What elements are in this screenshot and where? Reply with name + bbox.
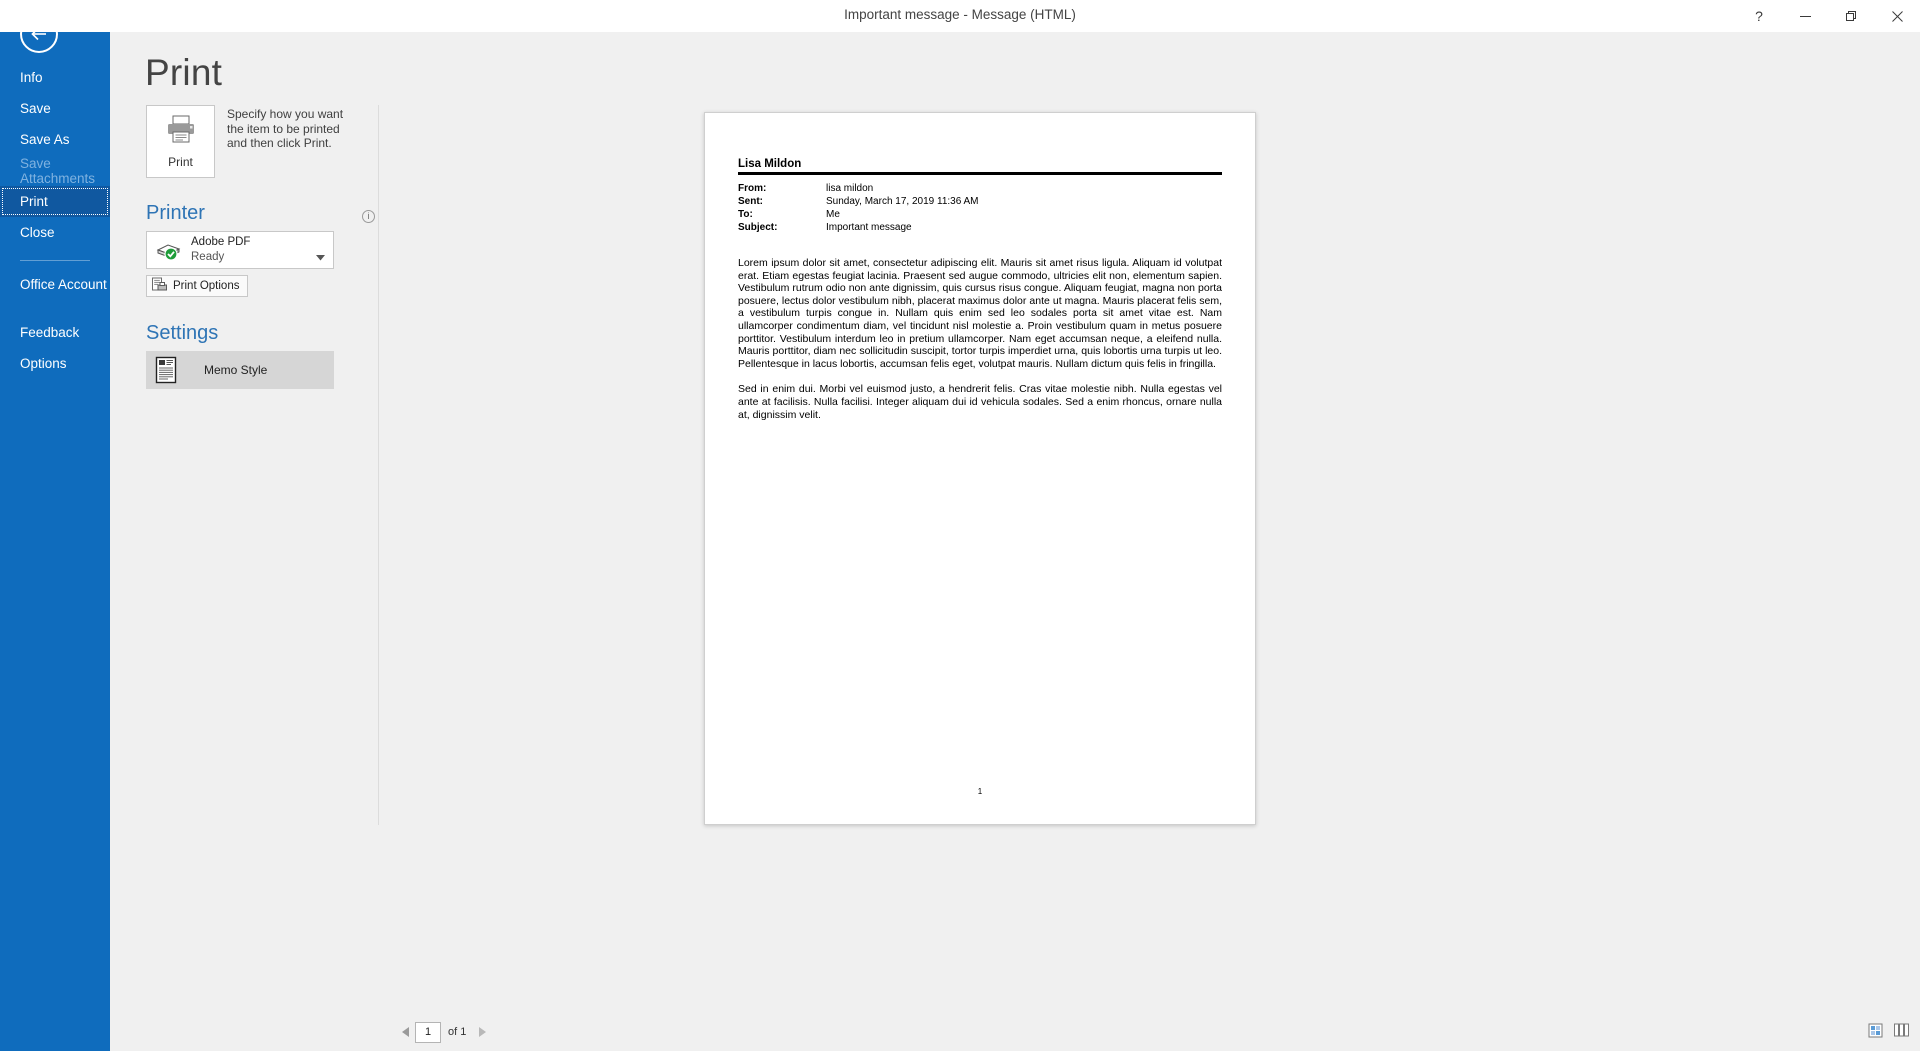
sidebar-item-label: Print [20, 194, 48, 209]
body-paragraph: Lorem ipsum dolor sit amet, consectetur … [738, 257, 1222, 370]
sidebar-item-print[interactable]: Print [0, 186, 110, 217]
print-options-icon [151, 277, 168, 296]
print-action-row: Print Specify how you want the item to b… [146, 105, 378, 178]
backstage-sidebar: Info Save Save As Save Attachments Print… [0, 0, 110, 1051]
header-rule [738, 172, 1222, 175]
multiple-pages-icon[interactable] [1893, 1022, 1910, 1039]
info-icon[interactable]: i [362, 210, 375, 223]
style-option-memo[interactable]: Memo Style [146, 350, 334, 389]
document-page-number: 1 [977, 787, 983, 796]
memo-style-icon [146, 356, 186, 384]
sidebar-item-close[interactable]: Close [0, 217, 110, 248]
print-preview-pane: Lisa Mildon From: lisa mildon Sent: Sund… [379, 32, 1920, 1051]
field-label: Subject: [738, 222, 778, 233]
page-navigator: of 1 [397, 1021, 491, 1043]
chevron-down-icon[interactable] [316, 248, 325, 266]
sidebar-item-label: Close [20, 225, 55, 240]
email-document: Lisa Mildon From: lisa mildon Sent: Sund… [738, 158, 1222, 421]
sidebar-item-info[interactable]: Info [0, 62, 110, 93]
close-button[interactable] [1874, 0, 1920, 32]
sidebar-item-save[interactable]: Save [0, 93, 110, 124]
printer-name: Adobe PDF [191, 236, 251, 248]
field-value: Me [826, 209, 840, 220]
backstage-nav-list: Info Save Save As Save Attachments Print… [0, 62, 110, 379]
next-page-icon[interactable] [473, 1021, 491, 1043]
print-settings-column: Print Specify how you want the item to b… [146, 105, 378, 389]
settings-section-heading: Settings [146, 322, 378, 345]
body-paragraph: Sed in enim dui. Morbi vel euismod justo… [738, 383, 1222, 421]
settings-section-title: Settings [146, 321, 219, 344]
sidebar-item-label: Office Account [20, 277, 107, 292]
field-label: From: [738, 183, 767, 194]
field-value: lisa mildon [826, 183, 874, 194]
sidebar-item-save-as[interactable]: Save As [0, 124, 110, 155]
printer-select[interactable]: Adobe PDF Ready [146, 231, 334, 269]
sidebar-item-label: Options [20, 356, 67, 371]
sidebar-item-feedback[interactable]: Feedback [0, 317, 110, 348]
print-help-text: Specify how you want the item to be prin… [227, 107, 344, 150]
field-label: Sent: [738, 196, 763, 207]
restore-button[interactable] [1828, 0, 1874, 32]
table-row: To: Me [738, 209, 979, 222]
fit-page-icon[interactable] [1867, 1022, 1884, 1039]
sidebar-divider [20, 260, 90, 261]
outlook-print-backstage: Important message - Message (HTML) ? Inf… [0, 0, 1920, 1051]
title-bar: Important message - Message (HTML) ? [0, 0, 1920, 32]
sidebar-item-label: Feedback [20, 325, 80, 340]
style-option-label: Memo Style [204, 362, 268, 377]
table-row: Sent: Sunday, March 17, 2019 11:36 AM [738, 196, 979, 209]
page-title: Print [145, 52, 223, 93]
sidebar-item-label: Save As [20, 132, 70, 147]
window-title: Important message - Message (HTML) [844, 7, 1076, 22]
sender-name: Lisa Mildon [738, 158, 802, 170]
printer-section-title: Printer [146, 202, 205, 224]
print-options-button[interactable]: Print Options [146, 275, 249, 297]
printer-section-heading: Printer i [146, 202, 378, 225]
printer-icon [165, 114, 197, 149]
field-value: Sunday, March 17, 2019 11:36 AM [826, 196, 979, 207]
sidebar-item-label: Save Attachments [20, 155, 96, 186]
printer-text-block: Adobe PDF Ready [191, 235, 250, 265]
window-controls: ? [1736, 0, 1920, 32]
minimize-button[interactable] [1782, 0, 1828, 32]
print-options-label: Print Options [173, 280, 240, 292]
print-button-label: Print [168, 155, 193, 169]
table-row: From: lisa mildon [738, 183, 979, 196]
preview-bottom-bar: of 1 [379, 1015, 1920, 1051]
print-button[interactable]: Print [146, 105, 215, 178]
sidebar-item-label: Save [20, 101, 51, 116]
field-label: To: [738, 209, 753, 220]
preview-page[interactable]: Lisa Mildon From: lisa mildon Sent: Sund… [704, 112, 1256, 825]
help-button[interactable]: ? [1736, 0, 1782, 32]
page-number-input[interactable] [415, 1021, 441, 1043]
printer-status: Ready [191, 251, 225, 263]
sidebar-item-save-attachments: Save Attachments [0, 155, 110, 186]
printer-device-icon [153, 239, 185, 261]
previous-page-icon[interactable] [397, 1021, 415, 1043]
sidebar-item-label: Info [20, 70, 43, 85]
preview-zoom-tools [1867, 1022, 1910, 1039]
page-count-label: of 1 [448, 1026, 467, 1038]
email-header-table: From: lisa mildon Sent: Sunday, March 17… [738, 183, 979, 235]
sidebar-item-options[interactable]: Options [0, 348, 110, 379]
table-row: Subject: Important message [738, 222, 979, 235]
field-value: Important message [826, 222, 912, 233]
sidebar-item-office-account[interactable]: Office Account [0, 273, 110, 317]
